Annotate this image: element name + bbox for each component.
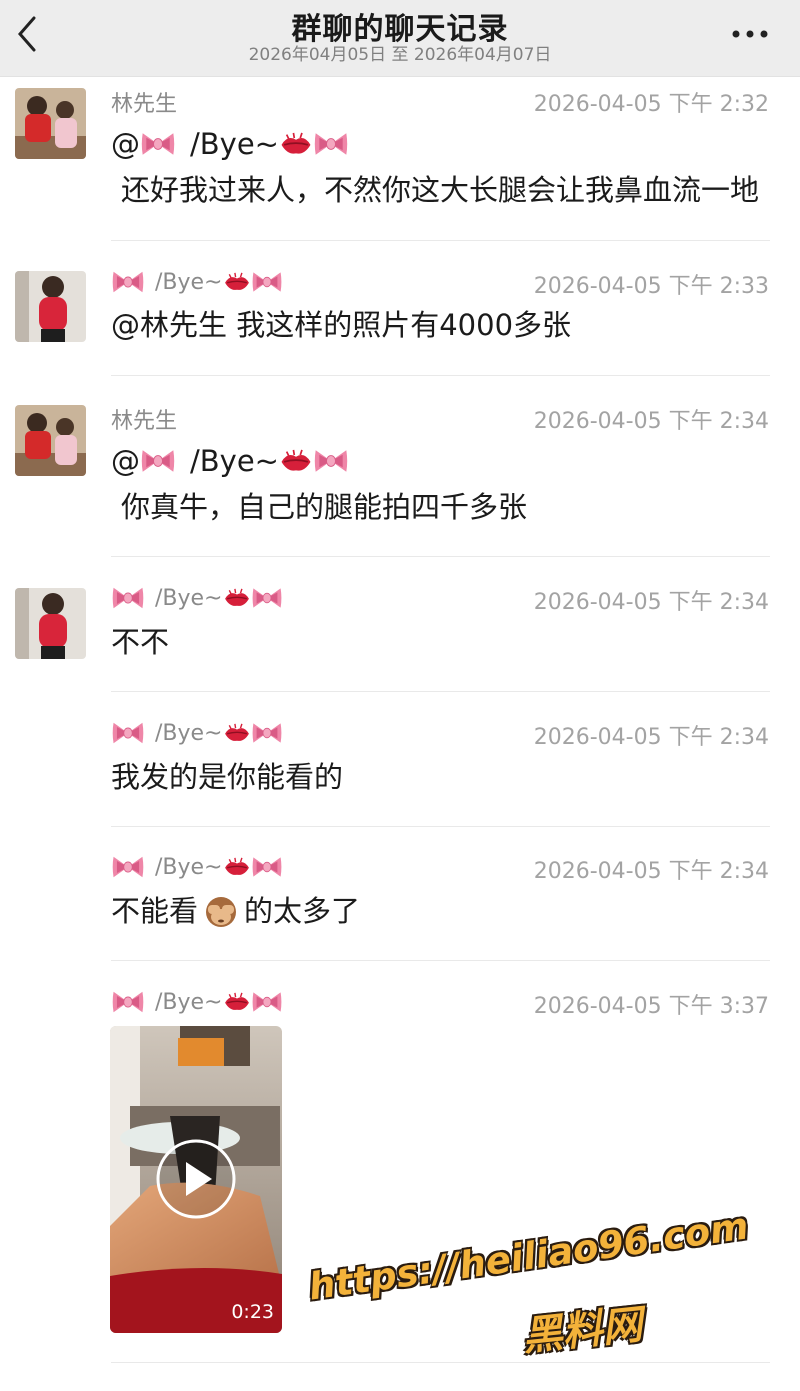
bow-icon [251, 720, 283, 746]
timestamp: 2026-04-05 下午 2:32 [533, 92, 769, 117]
sender-name: 林先生 [111, 92, 178, 117]
lips-icon [223, 270, 251, 294]
lips-icon [279, 130, 313, 158]
message-body: 还好我过来人，不然你这大长腿会让我鼻血流一地 [121, 173, 760, 207]
date-range: 2026年04月05日 至 2026年04月07日 [248, 45, 552, 65]
timestamp: 2026-04-05 下午 2:34 [533, 725, 769, 750]
sender-name: 林先生 [111, 409, 178, 434]
video-thumbnail[interactable]: 0:23 [110, 1026, 282, 1333]
avatar[interactable] [15, 588, 86, 659]
bow-icon [251, 585, 283, 611]
mention-at: @ [111, 127, 140, 161]
divider [111, 1362, 770, 1363]
message-text: 不能看 的太多了 [111, 894, 361, 928]
bow-icon [111, 584, 145, 612]
lips-icon [223, 586, 251, 610]
bow-icon [251, 269, 283, 295]
message-text: @ /Bye~ 你真牛，自己的腿能拍四千多张 [111, 438, 761, 530]
video-preview-image [110, 1026, 282, 1333]
bow-icon [111, 853, 145, 881]
bow-icon [251, 854, 283, 880]
message-text: @林先生 我这样的照片有4000多张 [111, 308, 572, 342]
bow-icon [313, 129, 349, 159]
mention-name: /Bye~ [190, 127, 279, 161]
watermark-name: 黑料网 [520, 1301, 645, 1361]
divider [111, 240, 770, 241]
divider [111, 960, 770, 961]
mention-at: @ [111, 444, 140, 478]
timestamp: 2026-04-05 下午 2:34 [533, 859, 769, 884]
sender-name: /Bye~ [111, 268, 283, 296]
chat-history-header: 群聊的聊天记录 2026年04月05日 至 2026年04月07日 [0, 0, 800, 77]
see-no-evil-monkey-icon [206, 897, 237, 927]
lips-icon [223, 721, 251, 745]
lips-icon [279, 447, 313, 475]
bow-icon [140, 446, 176, 476]
bow-icon [111, 988, 145, 1016]
bow-icon [140, 129, 176, 159]
divider [111, 375, 770, 376]
more-dots-icon[interactable] [730, 22, 770, 46]
timestamp: 2026-04-05 下午 3:37 [533, 994, 769, 1019]
sender-name: /Bye~ [111, 988, 283, 1016]
lips-icon [223, 855, 251, 879]
lips-icon [223, 990, 251, 1014]
timestamp: 2026-04-05 下午 2:33 [533, 274, 769, 299]
divider [111, 826, 770, 827]
bow-icon [313, 446, 349, 476]
message-text: 我发的是你能看的 [111, 760, 344, 794]
mention-name: /Bye~ [190, 444, 279, 478]
bow-icon [111, 719, 145, 747]
bow-icon [251, 989, 283, 1015]
timestamp: 2026-04-05 下午 2:34 [533, 409, 769, 434]
timestamp: 2026-04-05 下午 2:34 [533, 590, 769, 615]
message-body: 你真牛，自己的腿能拍四千多张 [121, 490, 528, 524]
avatar[interactable] [15, 405, 86, 476]
video-duration: 0:23 [231, 1301, 274, 1323]
message-text: 不不 [111, 625, 170, 659]
divider [111, 691, 770, 692]
avatar[interactable] [15, 88, 86, 159]
sender-name: /Bye~ [111, 853, 283, 881]
avatar[interactable] [15, 271, 86, 342]
sender-name: /Bye~ [111, 719, 283, 747]
sender-name: /Bye~ [111, 584, 283, 612]
divider [111, 556, 770, 557]
message-text: @ /Bye~ 还好我过来人，不然你这大长腿会让我鼻血流一地 [111, 121, 761, 213]
watermark-url: https://heiliao96.com [306, 1204, 752, 1309]
bow-icon [111, 268, 145, 296]
